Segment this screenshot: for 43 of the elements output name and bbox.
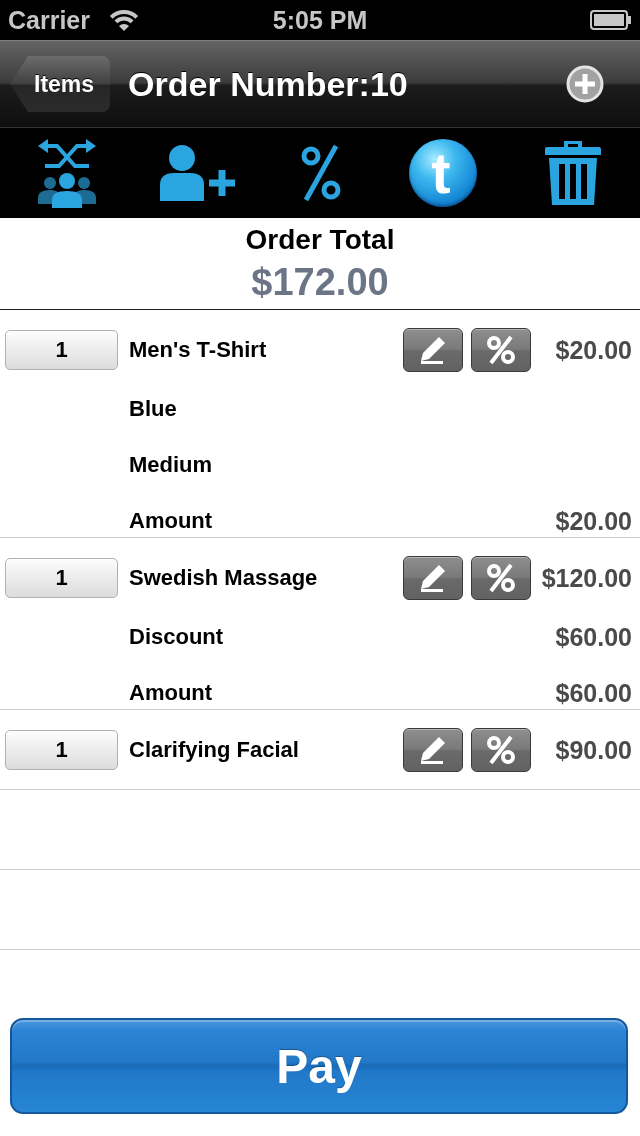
percent-icon [486,735,516,765]
order-total-label: Order Total [245,224,395,256]
shuffle-group-icon[interactable] [37,138,97,208]
pencil-icon [418,736,448,764]
wifi-icon [108,8,140,32]
detail-label: Blue [129,396,178,422]
back-button[interactable]: Items [10,56,111,112]
carrier-label: Carrier [8,5,90,35]
nav-title: Order Number:10 [128,64,409,104]
battery-icon [590,10,632,30]
edit-button[interactable] [403,556,463,600]
detail-label: Medium [129,452,214,478]
percent-icon [486,563,516,593]
item-name: Swedish Massage [129,565,319,591]
detail-value: $60.00 [555,678,632,708]
item-price: $90.00 [554,735,633,765]
add-icon[interactable] [566,65,604,103]
item-price: $120.00 [540,563,633,593]
percent-button[interactable] [471,328,531,372]
detail-value: $20.00 [555,506,632,536]
pencil-icon [418,564,448,592]
quantity-field[interactable]: 1 [5,558,118,598]
item-name: Clarifying Facial [129,737,300,763]
item-price: $20.00 [554,335,633,365]
pencil-icon [418,336,448,364]
detail-label: Amount [129,680,214,706]
trash-icon[interactable] [545,141,601,205]
status-time: 5:05 PM [272,5,368,35]
edit-button[interactable] [403,728,463,772]
percent-icon[interactable] [301,145,341,201]
percent-button[interactable] [471,728,531,772]
add-person-icon[interactable] [160,145,236,201]
order-total-amount: $172.00 [251,260,389,305]
detail-value: $60.00 [555,622,632,652]
percent-button[interactable] [471,556,531,600]
edit-button[interactable] [403,328,463,372]
percent-icon [486,335,516,365]
item-name: Men's T-Shirt [129,337,268,363]
quantity-field[interactable]: 1 [5,330,118,370]
quantity-field[interactable]: 1 [5,730,118,770]
detail-label: Amount [129,508,214,534]
pay-button[interactable]: Pay [10,1018,628,1114]
detail-label: Discount [129,624,225,650]
